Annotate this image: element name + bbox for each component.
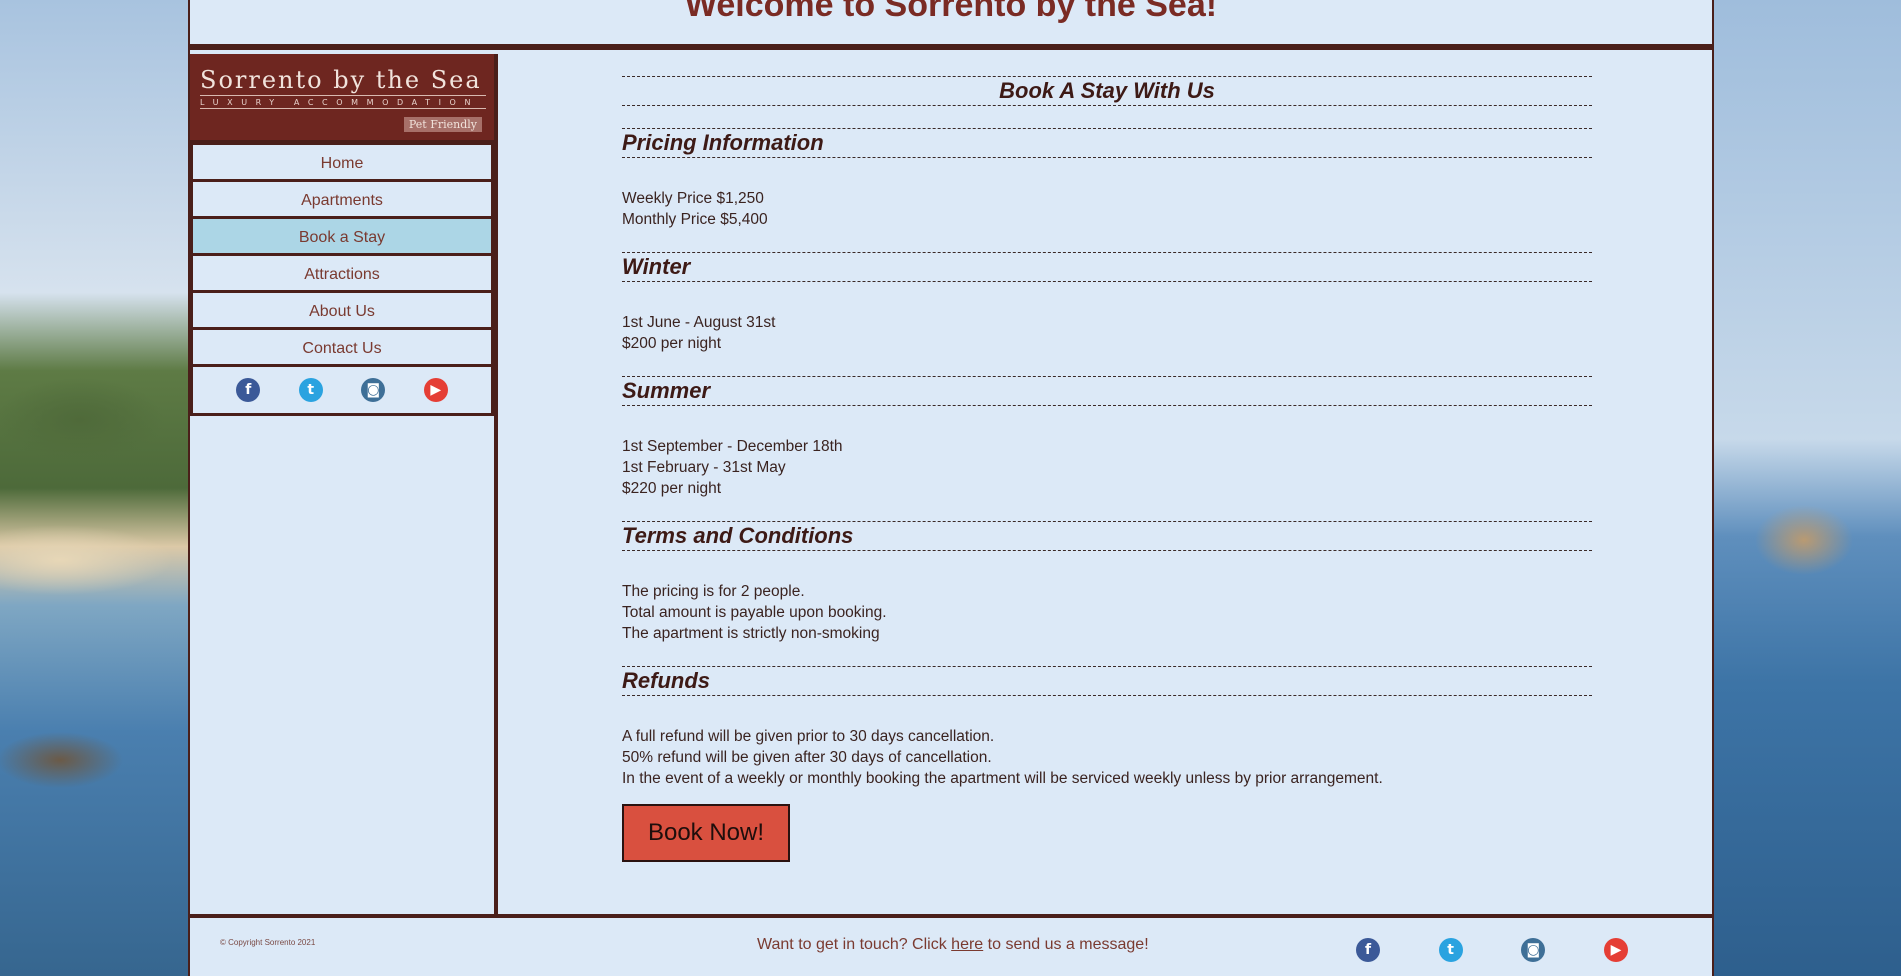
- instagram-icon[interactable]: ◙: [1521, 938, 1546, 962]
- contact-prefix: Want to get in touch? Click: [757, 936, 952, 953]
- nav-item-attractions[interactable]: Attractions: [190, 253, 494, 293]
- twitter-icon[interactable]: t: [1438, 938, 1463, 962]
- text-line: Weekly Price $1,250: [622, 190, 764, 207]
- pet-friendly-badge: Pet Friendly: [403, 117, 482, 132]
- text-line: In the event of a weekly or monthly book…: [622, 770, 1383, 787]
- logo-tagline: LUXURY ACCOMMODATION: [200, 98, 486, 109]
- facebook-icon[interactable]: f: [236, 378, 261, 402]
- page-frame: Welcome to Sorrento by the Sea! Sorrento…: [188, 0, 1714, 976]
- youtube-icon[interactable]: ▶: [423, 378, 448, 402]
- background-scenery-right: [1714, 0, 1901, 976]
- section-heading-refunds: Refunds: [622, 666, 1592, 696]
- booking-heading: Book A Stay With Us: [622, 76, 1592, 106]
- text-line: 50% refund will be given after 30 days o…: [622, 749, 992, 766]
- text-line: The apartment is strictly non-smoking: [622, 625, 880, 642]
- sidebar: Sorrento by the Sea LUXURY ACCOMMODATION…: [190, 54, 498, 916]
- text-line: 1st February - 31st May: [622, 459, 786, 476]
- text-line: $200 per night: [622, 335, 722, 352]
- section-body-winter: 1st June - August 31st $200 per night: [622, 312, 1592, 354]
- facebook-icon[interactable]: f: [1356, 938, 1380, 962]
- text-line: 1st September - December 18th: [622, 438, 843, 455]
- contact-suffix: to send us a message!: [983, 936, 1149, 953]
- copyright-text: © Copyright Sorrento 2021: [220, 938, 316, 947]
- section-heading-summer: Summer: [622, 376, 1592, 406]
- page-header: Welcome to Sorrento by the Sea!: [190, 0, 1712, 50]
- booking-content: Book A Stay With Us Pricing Information …: [622, 54, 1592, 862]
- sidebar-social-links: f t ◙ ▶: [190, 364, 494, 416]
- text-line: $220 per night: [622, 480, 722, 497]
- footer-social-links: f t ◙ ▶: [1356, 938, 1628, 962]
- section-body-summer: 1st September - December 18th 1st Februa…: [622, 436, 1592, 499]
- background-scenery-left: [0, 0, 188, 976]
- logo-brand: Sorrento by the Sea: [200, 66, 486, 96]
- section-heading-winter: Winter: [622, 252, 1592, 282]
- youtube-icon[interactable]: ▶: [1603, 938, 1628, 962]
- text-line: A full refund will be given prior to 30 …: [622, 728, 995, 745]
- nav-item-about-us[interactable]: About Us: [190, 290, 494, 330]
- contact-message: Want to get in touch? Click here to send…: [757, 936, 1149, 954]
- nav-item-contact-us[interactable]: Contact Us: [190, 327, 494, 367]
- page-footer: © Copyright Sorrento 2021 Want to get in…: [190, 914, 1712, 976]
- section-body-pricing: Weekly Price $1,250 Monthly Price $5,400: [622, 188, 1592, 230]
- book-now-button[interactable]: Book Now!: [622, 804, 790, 862]
- section-heading-pricing: Pricing Information: [622, 128, 1592, 158]
- nav-item-apartments[interactable]: Apartments: [190, 179, 494, 219]
- twitter-icon[interactable]: t: [298, 378, 323, 402]
- text-line: Total amount is payable upon booking.: [622, 604, 887, 621]
- text-line: The pricing is for 2 people.: [622, 583, 805, 600]
- text-line: 1st June - August 31st: [622, 314, 776, 331]
- page-title: Welcome to Sorrento by the Sea!: [684, 0, 1218, 24]
- contact-here-link[interactable]: here: [951, 936, 983, 953]
- section-body-terms: The pricing is for 2 people. Total amoun…: [622, 581, 1592, 644]
- section-heading-terms: Terms and Conditions: [622, 521, 1592, 551]
- site-logo[interactable]: Sorrento by the Sea LUXURY ACCOMMODATION…: [190, 54, 494, 142]
- nav-item-book-a-stay[interactable]: Book a Stay: [190, 216, 494, 256]
- main-content: Book A Stay With Us Pricing Information …: [502, 54, 1712, 916]
- section-body-refunds: A full refund will be given prior to 30 …: [622, 726, 1592, 789]
- nav-item-home[interactable]: Home: [190, 142, 494, 182]
- instagram-icon[interactable]: ◙: [361, 378, 386, 402]
- text-line: Monthly Price $5,400: [622, 211, 768, 228]
- main-nav: Home Apartments Book a Stay Attractions …: [190, 142, 494, 416]
